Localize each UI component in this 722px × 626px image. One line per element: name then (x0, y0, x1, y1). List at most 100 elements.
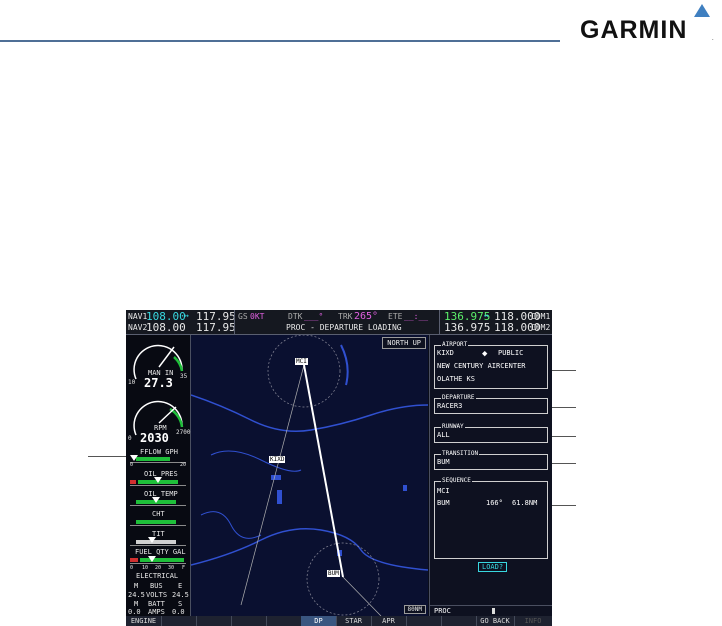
garmin-mark: . (712, 36, 714, 42)
softkey-bar: ENGINE DP STAR APR GO BACK INFO (126, 616, 552, 626)
load-button[interactable]: LOAD? (478, 562, 508, 572)
amps-label: AMPS (148, 608, 165, 616)
softkey-engine[interactable]: ENGINE (126, 616, 162, 626)
fflow-min: 0 (130, 462, 134, 468)
river-south (191, 528, 428, 571)
oil-pres-pointer (154, 477, 162, 483)
amps-m: 0.0 (128, 608, 141, 616)
softkey-10[interactable] (441, 616, 477, 626)
bus-e: E (178, 582, 183, 590)
garmin-delta-icon (694, 4, 710, 17)
outbound-line (342, 576, 382, 616)
course-line-gray (240, 364, 305, 606)
com-swap-icon: ↔ (484, 311, 489, 320)
man-in-min: 10 (128, 379, 136, 386)
ete-label: ETE (388, 312, 403, 321)
softkey-apr[interactable]: APR (371, 616, 407, 626)
softkey-5[interactable] (266, 616, 302, 626)
waypoint-bum-label[interactable]: BUM (327, 570, 340, 577)
topbar-divider-left (234, 310, 235, 334)
waypoint-mci-label[interactable]: MCI (295, 358, 308, 365)
softkey-star[interactable]: STAR (336, 616, 372, 626)
sequence-dist-2: 61.8NM (512, 499, 538, 507)
softkey-4[interactable] (231, 616, 267, 626)
tit-bar (130, 539, 186, 546)
volts-e: 24.5 (172, 591, 189, 599)
sequence-dtk-2: 166° (486, 499, 503, 507)
sequence-wpt-1: MCI (437, 487, 450, 495)
oil-temp-label: OIL TEMP (144, 490, 178, 498)
rpm-min: 0 (128, 435, 132, 442)
procedure-panel: AIRPORT KIXD ◆ PUBLIC NEW CENTURY AIRCEN… (429, 335, 552, 616)
volts-label: VOLTS (146, 591, 168, 599)
oil-pres-red-band (130, 480, 136, 484)
page-title: PROC - DEPARTURE LOADING (286, 323, 402, 332)
cht-green-band (136, 520, 176, 524)
map-orientation[interactable]: NORTH UP (382, 337, 426, 349)
rpm-value: 2030 (140, 431, 169, 445)
range-ring-mci (267, 335, 341, 408)
runway-box: RUNWAY (434, 423, 548, 443)
proc-cursor (492, 608, 495, 614)
topbar-divider-right (439, 310, 440, 334)
man-in-green-arc (173, 356, 184, 372)
fuel-qty-label: FUEL QTY GAL (135, 548, 186, 556)
fflow-label: FFLOW GPH (140, 448, 178, 456)
airport-name: NEW CENTURY AIRCENTER (437, 362, 526, 370)
nav1-label: NAV1 (128, 312, 148, 321)
lake-2 (277, 490, 282, 504)
airport-kixd-label[interactable]: KIXD (269, 456, 286, 463)
map-range[interactable]: 80NM (403, 605, 426, 614)
softkey-dp[interactable]: DP (301, 616, 337, 626)
fuel-qty-pointer (148, 556, 156, 562)
nav2-active-freq[interactable]: 108.00 (146, 321, 186, 334)
com2-active-freq[interactable]: 136.975 (444, 321, 490, 334)
softkey-2[interactable] (161, 616, 197, 626)
man-in-needle (158, 346, 175, 368)
transition-title: TRANSITION (441, 450, 480, 457)
softkey-9[interactable] (406, 616, 442, 626)
tit-pointer (148, 537, 156, 543)
departure-route-line (303, 364, 344, 578)
gs-label: GS (238, 312, 248, 321)
cht-label: CHT (152, 510, 165, 518)
departure-title: DEPARTURE (441, 394, 476, 401)
runway-value[interactable]: ALL (437, 431, 450, 439)
softkey-info[interactable]: INFO (514, 616, 552, 626)
top-status-bar: NAV1 108.00 ↔ 117.95 NAV2 108.00 117.95 … (126, 310, 552, 335)
nav2-label: NAV2 (128, 323, 148, 332)
nav-swap-icon: ↔ (184, 311, 189, 320)
departure-value[interactable]: RACER3 (437, 402, 462, 410)
transition-value[interactable]: BUM (437, 458, 450, 466)
airport-id[interactable]: KIXD (437, 349, 454, 357)
rpm-max: 2700 (176, 429, 191, 436)
map-graphics (191, 335, 428, 616)
batt-s: S (178, 600, 183, 608)
fuel-green-band (140, 558, 184, 562)
man-in-max: 35 (180, 373, 188, 380)
softkey-3[interactable] (196, 616, 232, 626)
lake-north (340, 344, 349, 386)
airport-title: AIRPORT (441, 341, 469, 348)
tit-band (136, 540, 176, 544)
navigation-map[interactable]: NORTH UP MCI KIXD BUM 80NM (191, 335, 428, 616)
sequence-title: SEQUENCE (441, 477, 472, 484)
bus-m: M (134, 582, 139, 590)
dtk-label: DTK (288, 312, 303, 321)
com1-label: COM1 (531, 312, 551, 321)
fflow-bar (130, 456, 186, 463)
softkey-go-back[interactable]: GO BACK (476, 616, 515, 626)
river-west (210, 450, 302, 472)
sequence-box: SEQUENCE (434, 477, 548, 559)
fuel-tick-1: 10 (142, 565, 149, 571)
trk-value: 265° (354, 311, 379, 322)
river-southwest (200, 511, 262, 539)
nav2-standby-freq[interactable]: 117.95 (196, 321, 236, 334)
fflow-green-band (136, 457, 170, 461)
range-ring-bum (306, 542, 380, 616)
fuel-tick-0: 0 (130, 565, 134, 571)
fuel-tick-4: F (182, 565, 186, 571)
com2-label: COM2 (531, 323, 551, 332)
trk-label: TRK (338, 312, 353, 321)
header-rule (0, 40, 560, 42)
